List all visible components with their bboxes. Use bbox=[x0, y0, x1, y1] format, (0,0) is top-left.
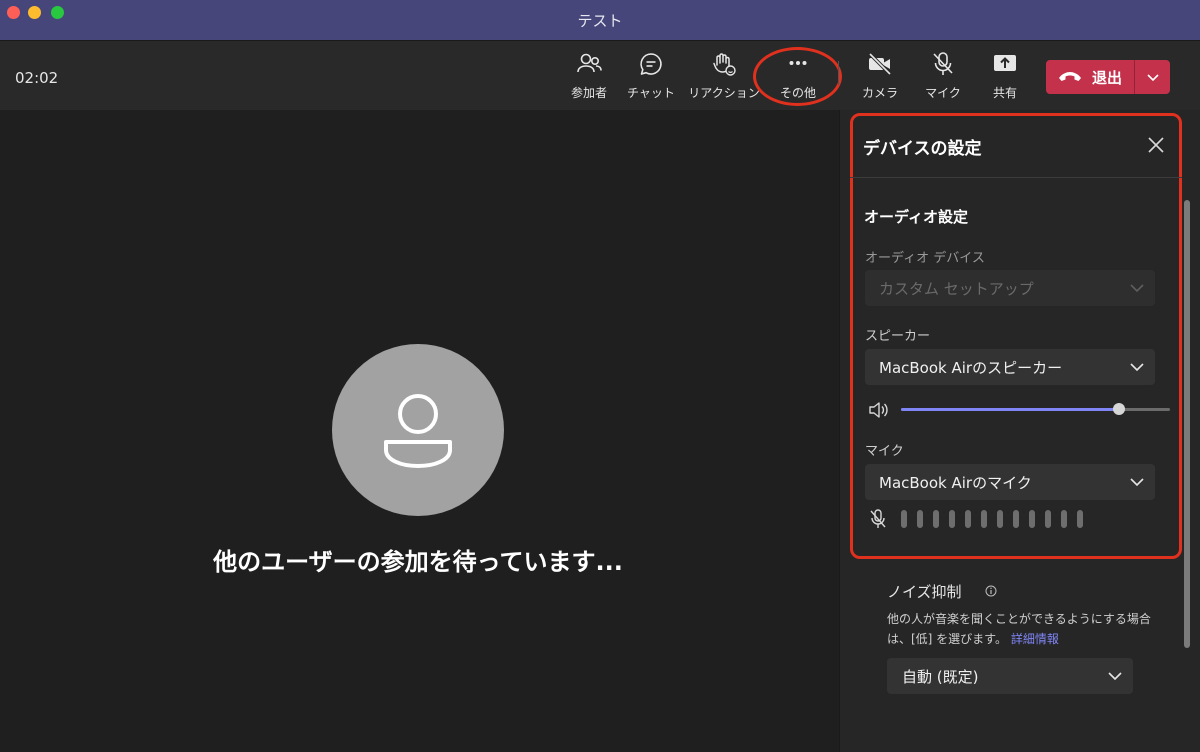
waiting-message: 他のユーザーの参加を待っています... bbox=[213, 548, 623, 576]
participants-label: 参加者 bbox=[570, 86, 607, 100]
noise-suppression-description: 他の人が音楽を聞くことができるようにする場合は、[低] を選びます。 詳細情報 bbox=[887, 609, 1157, 649]
leave-options-button[interactable] bbox=[1135, 60, 1170, 94]
audio-settings-heading: オーディオ設定 bbox=[864, 208, 968, 226]
teams-window: テスト 02:02 参加者 チャット リアクション その他 カメラ マイク 共有… bbox=[0, 0, 1200, 752]
mic-level-meter bbox=[901, 510, 1083, 528]
speaker-volume-icon bbox=[869, 402, 888, 418]
window-title: テスト bbox=[577, 11, 623, 30]
leave-label: 退出 bbox=[1092, 68, 1123, 87]
close-icon[interactable] bbox=[1147, 136, 1165, 154]
audio-device-select: カスタム セットアップ bbox=[865, 270, 1155, 306]
title-bar: テスト bbox=[0, 0, 1200, 40]
people-icon bbox=[577, 53, 602, 73]
meeting-toolbar: 02:02 参加者 チャット リアクション その他 カメラ マイク 共有 退出 bbox=[0, 40, 1200, 110]
noise-suppression-label: ノイズ抑制 bbox=[887, 583, 962, 601]
chevron-down-icon bbox=[1130, 284, 1144, 293]
speaker-volume-thumb[interactable] bbox=[1112, 403, 1125, 415]
more-highlight-circle bbox=[753, 47, 842, 106]
noise-suppression-select[interactable]: 自動 (既定) bbox=[887, 658, 1133, 694]
meter-bar bbox=[981, 510, 987, 528]
chat-button[interactable]: チャット bbox=[615, 51, 687, 101]
meeting-timer: 02:02 bbox=[15, 69, 59, 87]
hang-up-icon bbox=[1059, 72, 1081, 81]
meter-bar bbox=[1013, 510, 1019, 528]
mic-off-icon bbox=[870, 509, 886, 528]
meter-bar bbox=[1061, 510, 1067, 528]
share-button[interactable]: 共有 bbox=[969, 51, 1041, 101]
meter-bar bbox=[949, 510, 955, 528]
meter-bar bbox=[1077, 510, 1083, 528]
meter-bar bbox=[1029, 510, 1035, 528]
toolbar-divider bbox=[838, 61, 839, 85]
share-label: 共有 bbox=[992, 86, 1017, 100]
panel-scrollbar[interactable] bbox=[1184, 200, 1190, 648]
audio-device-label: オーディオ デバイス bbox=[865, 251, 985, 266]
chevron-down-icon bbox=[1146, 74, 1159, 82]
person-icon bbox=[384, 394, 452, 468]
meter-bar bbox=[901, 510, 907, 528]
audio-device-value: カスタム セットアップ bbox=[879, 279, 1034, 298]
leave-button[interactable]: 退出 bbox=[1046, 60, 1135, 94]
speaker-value: MacBook Airのスピーカー bbox=[879, 358, 1063, 377]
avatar bbox=[332, 344, 504, 516]
chevron-down-icon bbox=[1130, 478, 1144, 487]
close-window-button[interactable] bbox=[7, 6, 20, 19]
speaker-label: スピーカー bbox=[865, 329, 931, 344]
meter-bar bbox=[917, 510, 923, 528]
share-screen-icon bbox=[994, 55, 1016, 71]
reactions-label: リアクション bbox=[688, 86, 760, 100]
meter-bar bbox=[933, 510, 939, 528]
meter-bar bbox=[1045, 510, 1051, 528]
meter-bar bbox=[965, 510, 971, 528]
learn-more-link[interactable]: 詳細情報 bbox=[1011, 632, 1059, 646]
mic-label: マイク bbox=[865, 444, 904, 459]
info-icon[interactable] bbox=[985, 585, 997, 597]
chevron-down-icon bbox=[1108, 672, 1122, 681]
panel-title: デバイスの設定 bbox=[863, 139, 982, 159]
mic-select[interactable]: MacBook Airのマイク bbox=[865, 464, 1155, 500]
speaker-volume-fill bbox=[901, 408, 1119, 411]
camera-label: カメラ bbox=[861, 86, 898, 100]
camera-button[interactable]: カメラ bbox=[844, 51, 916, 101]
chevron-down-icon bbox=[1130, 363, 1144, 372]
noise-suppression-value: 自動 (既定) bbox=[902, 667, 979, 686]
camera-off-icon bbox=[868, 52, 892, 76]
chat-icon bbox=[640, 53, 662, 75]
raise-hand-icon bbox=[713, 53, 736, 76]
zoom-window-button[interactable] bbox=[51, 6, 64, 19]
chat-label: チャット bbox=[627, 86, 675, 100]
mic-off-icon bbox=[933, 52, 953, 75]
speaker-select[interactable]: MacBook Airのスピーカー bbox=[865, 349, 1155, 385]
speaker-volume-slider[interactable] bbox=[901, 403, 1170, 415]
mic-label: マイク bbox=[925, 86, 961, 100]
mic-value: MacBook Airのマイク bbox=[879, 473, 1032, 492]
panel-divider bbox=[850, 177, 1182, 178]
minimize-window-button[interactable] bbox=[28, 6, 41, 19]
reactions-button[interactable]: リアクション bbox=[688, 51, 760, 101]
meeting-stage: 他のユーザーの参加を待っています... bbox=[0, 110, 838, 752]
leave-button-group: 退出 bbox=[1046, 60, 1170, 94]
meter-bar bbox=[997, 510, 1003, 528]
